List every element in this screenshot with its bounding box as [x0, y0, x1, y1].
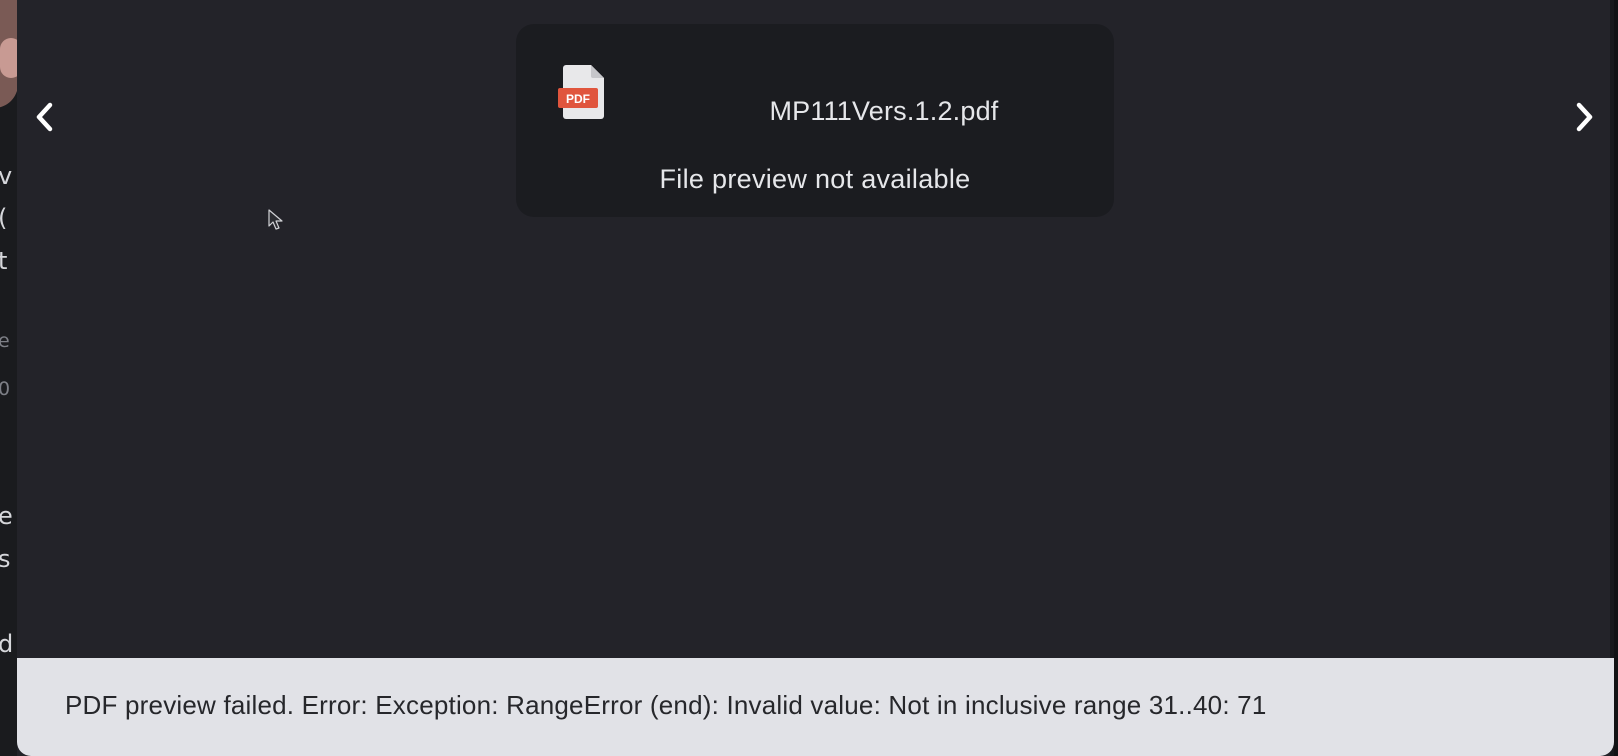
file-name: MP111Vers.1.2.pdf — [769, 96, 999, 126]
mouse-cursor-icon — [268, 209, 283, 230]
background-text-fragment: 0 — [0, 378, 11, 400]
file-preview-card: PDF MP111Vers.1.2.pdf File preview not a… — [516, 24, 1114, 217]
error-snackbar: PDF preview failed. Error: Exception: Ra… — [17, 658, 1614, 756]
preview-status-message: File preview not available — [659, 164, 971, 194]
background-chat-strip: v ( t e 0 e s d — [0, 0, 18, 756]
background-text-fragment: e — [0, 330, 10, 352]
background-text-fragment: e — [0, 502, 13, 530]
chevron-right-icon — [1576, 102, 1593, 132]
background-text-fragment: t — [0, 247, 8, 275]
error-message: PDF preview failed. Error: Exception: Ra… — [65, 690, 1267, 720]
background-text-fragment: ( — [0, 204, 7, 232]
background-text-fragment: d — [0, 630, 14, 658]
background-text-fragment: s — [0, 545, 11, 573]
background-avatar — [0, 0, 18, 108]
next-file-button[interactable] — [1562, 95, 1606, 139]
background-text-fragment: v — [0, 162, 13, 190]
previous-file-button[interactable] — [23, 95, 67, 139]
chevron-left-icon — [36, 102, 53, 132]
file-preview-modal: PDF MP111Vers.1.2.pdf File preview not a… — [17, 0, 1614, 756]
